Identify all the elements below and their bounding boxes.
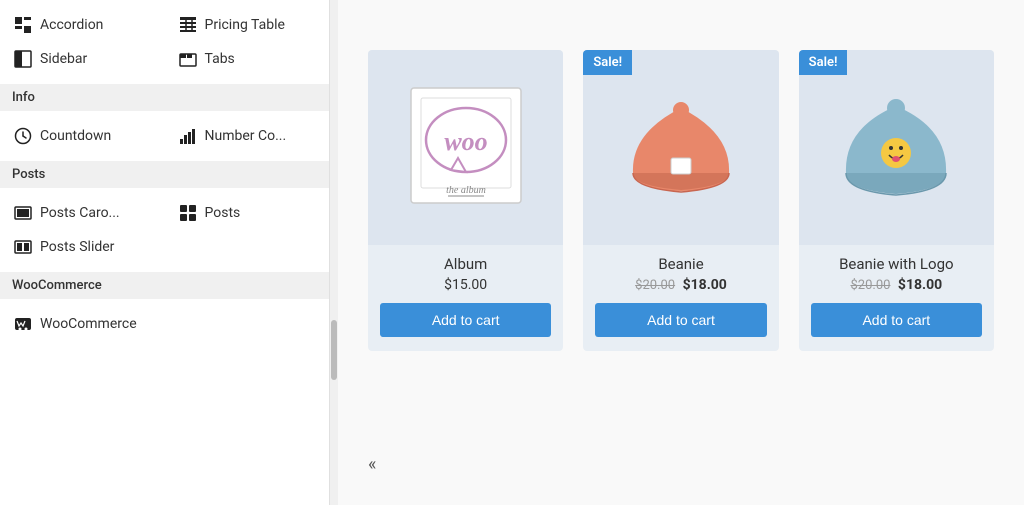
pagination-area: «: [368, 434, 994, 485]
pricing-table-icon: [179, 16, 197, 34]
woocommerce-icon: [14, 315, 32, 333]
add-to-cart-album[interactable]: Add to cart: [380, 303, 551, 337]
sidebar-section-general: Accordion Pricing Table: [0, 0, 329, 84]
svg-text:the album: the album: [446, 185, 486, 196]
product-price-beanie-logo: $20.00 $18.00: [811, 277, 982, 293]
pagination-first-icon[interactable]: «: [368, 454, 376, 475]
sidebar-section-woocommerce: WooCommerce: [0, 299, 329, 349]
sidebar-item-pricing-table-label: Pricing Table: [205, 17, 285, 33]
main-content: woo the album Album $15.00 Add to cart S…: [338, 0, 1024, 505]
sidebar-item-sidebar-label: Sidebar: [40, 51, 87, 67]
add-to-cart-beanie-logo[interactable]: Add to cart: [811, 303, 982, 337]
products-grid: woo the album Album $15.00 Add to cart S…: [368, 50, 994, 351]
product-info-album: Album $15.00 Add to cart: [368, 245, 563, 351]
product-info-beanie: Beanie $20.00 $18.00 Add to cart: [583, 245, 778, 351]
product-card-album: woo the album Album $15.00 Add to cart: [368, 50, 563, 351]
sidebar-section-posts-header: Posts: [0, 161, 329, 188]
sidebar-item-number-counter-label: Number Co...: [205, 128, 287, 144]
sidebar-item-accordion-label: Accordion: [40, 17, 103, 33]
sidebar-item-pricing-table[interactable]: Pricing Table: [165, 8, 330, 42]
sidebar-item-tabs-label: Tabs: [205, 51, 235, 67]
product-price-album: $15.00: [380, 277, 551, 293]
sidebar-item-countdown[interactable]: Countdown: [0, 119, 165, 153]
product-image-album: woo the album: [368, 50, 563, 245]
sidebar-scrollbar[interactable]: [330, 0, 338, 505]
sidebar-item-accordion[interactable]: Accordion: [0, 8, 165, 42]
posts-carousel-icon: [14, 204, 32, 222]
product-image-beanie: Sale!: [583, 50, 778, 245]
sidebar-item-posts-carousel-label: Posts Caro...: [40, 205, 120, 221]
product-card-beanie-logo: Sale!: [799, 50, 994, 351]
accordion-icon: [14, 16, 32, 34]
product-card-beanie: Sale! Beanie $20.00 $: [583, 50, 778, 351]
sidebar: Accordion Pricing Table: [0, 0, 330, 505]
sidebar-item-woocommerce-label: WooCommerce: [40, 316, 137, 332]
price-sale-beanie: $18.00: [683, 277, 727, 293]
product-name-beanie: Beanie: [595, 255, 766, 273]
price-original-beanie: $20.00: [635, 278, 675, 293]
sidebar-item-tabs[interactable]: Tabs: [165, 42, 330, 76]
sidebar-item-posts-slider[interactable]: Posts Slider: [0, 230, 165, 264]
sidebar-section-posts: Posts Caro... Posts Posts S: [0, 188, 329, 272]
svg-text:woo: woo: [444, 127, 487, 156]
sidebar-item-sidebar[interactable]: Sidebar: [0, 42, 165, 76]
sidebar-section-info-header: Info: [0, 84, 329, 111]
sidebar-section-woocommerce-header: WooCommerce: [0, 272, 329, 299]
sale-badge-beanie-logo: Sale!: [799, 50, 848, 75]
scrollbar-thumb[interactable]: [331, 320, 337, 380]
product-name-beanie-logo: Beanie with Logo: [811, 255, 982, 273]
sidebar-item-countdown-label: Countdown: [40, 128, 111, 144]
price-sale-beanie-logo: $18.00: [898, 277, 942, 293]
sidebar-item-posts-slider-label: Posts Slider: [40, 239, 114, 255]
sidebar-item-posts-carousel[interactable]: Posts Caro...: [0, 196, 165, 230]
posts-icon: [179, 204, 197, 222]
tabs-icon: [179, 50, 197, 68]
sidebar-section-info: Countdown Number Co...: [0, 111, 329, 161]
sidebar-item-posts-label: Posts: [205, 205, 241, 221]
posts-slider-icon: [14, 238, 32, 256]
sidebar-item-posts[interactable]: Posts: [165, 196, 330, 230]
add-to-cart-beanie[interactable]: Add to cart: [595, 303, 766, 337]
sale-badge-beanie: Sale!: [583, 50, 632, 75]
sidebar-icon: [14, 50, 32, 68]
sidebar-item-number-counter[interactable]: Number Co...: [165, 119, 330, 153]
product-image-beanie-logo: Sale!: [799, 50, 994, 245]
price-original-beanie-logo: $20.00: [850, 278, 890, 293]
product-info-beanie-logo: Beanie with Logo $20.00 $18.00 Add to ca…: [799, 245, 994, 351]
sidebar-item-woocommerce[interactable]: WooCommerce: [0, 307, 165, 341]
product-name-album: Album: [380, 255, 551, 273]
product-price-beanie: $20.00 $18.00: [595, 277, 766, 293]
number-counter-icon: [179, 127, 197, 145]
countdown-icon: [14, 127, 32, 145]
